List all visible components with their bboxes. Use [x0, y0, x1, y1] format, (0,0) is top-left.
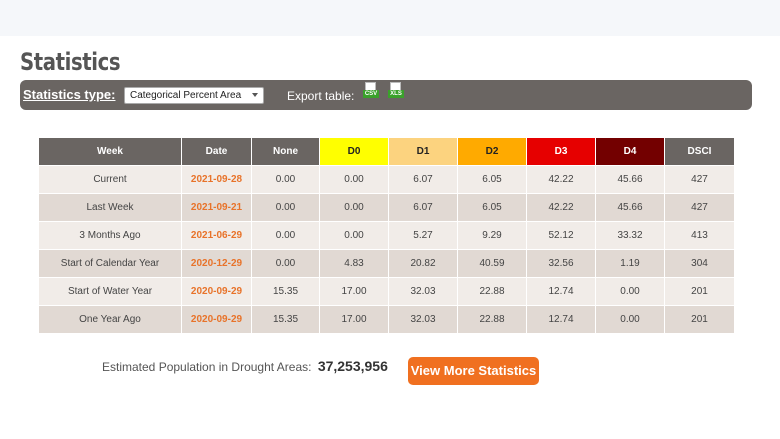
d3-cell: 42.22 — [527, 165, 596, 193]
date-cell: 2021-06-29 — [182, 221, 252, 249]
d3-cell: 12.74 — [527, 277, 596, 305]
d2-cell: 9.29 — [458, 221, 527, 249]
csv-tag: CSV — [363, 90, 379, 98]
statistics-type-value: Categorical Percent Area — [130, 90, 242, 101]
header-d0: D0 — [320, 138, 389, 165]
d0-cell: 4.83 — [320, 249, 389, 277]
header-d4: D4 — [596, 138, 665, 165]
d1-cell: 6.07 — [389, 193, 458, 221]
d1-cell: 6.07 — [389, 165, 458, 193]
d0-cell: 0.00 — [320, 221, 389, 249]
date-cell: 2020-12-29 — [182, 249, 252, 277]
statistics-type-select[interactable]: Categorical Percent Area — [124, 87, 264, 104]
table-row: Start of Calendar Year 2020-12-29 0.00 4… — [39, 249, 734, 277]
csv-file-icon[interactable]: CSV — [363, 82, 379, 101]
none-cell: 15.35 — [252, 277, 320, 305]
d0-cell: 17.00 — [320, 277, 389, 305]
none-cell: 0.00 — [252, 193, 320, 221]
header-d2: D2 — [458, 138, 527, 165]
xls-file-icon[interactable]: XLS — [388, 82, 404, 101]
d1-cell: 32.03 — [389, 305, 458, 333]
d2-cell: 22.88 — [458, 305, 527, 333]
date-cell: 2020-09-29 — [182, 277, 252, 305]
d1-cell: 32.03 — [389, 277, 458, 305]
dsci-cell: 427 — [665, 193, 734, 221]
chevron-down-icon — [252, 93, 258, 97]
dsci-cell: 304 — [665, 249, 734, 277]
d4-cell: 1.19 — [596, 249, 665, 277]
top-band — [0, 0, 780, 36]
dsci-cell: 201 — [665, 277, 734, 305]
none-cell: 15.35 — [252, 305, 320, 333]
view-more-statistics-button[interactable]: View More Statistics — [408, 357, 539, 385]
d4-cell: 45.66 — [596, 165, 665, 193]
d4-cell: 0.00 — [596, 305, 665, 333]
dsci-cell: 413 — [665, 221, 734, 249]
d3-cell: 32.56 — [527, 249, 596, 277]
header-date: Date — [182, 138, 252, 165]
d3-cell: 52.12 — [527, 221, 596, 249]
d2-cell: 40.59 — [458, 249, 527, 277]
header-none: None — [252, 138, 320, 165]
dsci-cell: 201 — [665, 305, 734, 333]
d4-cell: 0.00 — [596, 277, 665, 305]
statistics-table: Week Date None D0 D1 D2 D3 D4 DSCI Curre… — [39, 138, 734, 333]
d0-cell: 0.00 — [320, 193, 389, 221]
xls-tag: XLS — [388, 90, 404, 98]
population-summary: Estimated Population in Drought Areas: 3… — [102, 358, 388, 374]
none-cell: 0.00 — [252, 221, 320, 249]
d1-cell: 5.27 — [389, 221, 458, 249]
d4-cell: 45.66 — [596, 193, 665, 221]
d2-cell: 22.88 — [458, 277, 527, 305]
export-table-label: Export table: — [287, 89, 355, 103]
week-cell: Start of Water Year — [39, 277, 182, 305]
week-cell: 3 Months Ago — [39, 221, 182, 249]
d3-cell: 42.22 — [527, 193, 596, 221]
page-title: Statistics — [20, 48, 121, 76]
population-value: 37,253,956 — [317, 358, 388, 374]
d3-cell: 12.74 — [527, 305, 596, 333]
table-header-row: Week Date None D0 D1 D2 D3 D4 DSCI — [39, 138, 734, 165]
date-cell: 2021-09-28 — [182, 165, 252, 193]
dsci-cell: 427 — [665, 165, 734, 193]
week-cell: Current — [39, 165, 182, 193]
table-row: Start of Water Year 2020-09-29 15.35 17.… — [39, 277, 734, 305]
table-row: One Year Ago 2020-09-29 15.35 17.00 32.0… — [39, 305, 734, 333]
table-row: Current 2021-09-28 0.00 0.00 6.07 6.05 4… — [39, 165, 734, 193]
date-cell: 2021-09-21 — [182, 193, 252, 221]
header-week: Week — [39, 138, 182, 165]
none-cell: 0.00 — [252, 249, 320, 277]
d0-cell: 17.00 — [320, 305, 389, 333]
statistics-type-label[interactable]: Statistics type: — [23, 87, 115, 102]
population-label: Estimated Population in Drought Areas: — [102, 360, 312, 374]
d2-cell: 6.05 — [458, 165, 527, 193]
week-cell: Last Week — [39, 193, 182, 221]
statistics-toolbar: Statistics type: Categorical Percent Are… — [20, 80, 752, 110]
header-d3: D3 — [527, 138, 596, 165]
header-dsci: DSCI — [665, 138, 734, 165]
week-cell: Start of Calendar Year — [39, 249, 182, 277]
d1-cell: 20.82 — [389, 249, 458, 277]
none-cell: 0.00 — [252, 165, 320, 193]
d2-cell: 6.05 — [458, 193, 527, 221]
table-row: 3 Months Ago 2021-06-29 0.00 0.00 5.27 9… — [39, 221, 734, 249]
week-cell: One Year Ago — [39, 305, 182, 333]
d4-cell: 33.32 — [596, 221, 665, 249]
d0-cell: 0.00 — [320, 165, 389, 193]
table-row: Last Week 2021-09-21 0.00 0.00 6.07 6.05… — [39, 193, 734, 221]
header-d1: D1 — [389, 138, 458, 165]
date-cell: 2020-09-29 — [182, 305, 252, 333]
